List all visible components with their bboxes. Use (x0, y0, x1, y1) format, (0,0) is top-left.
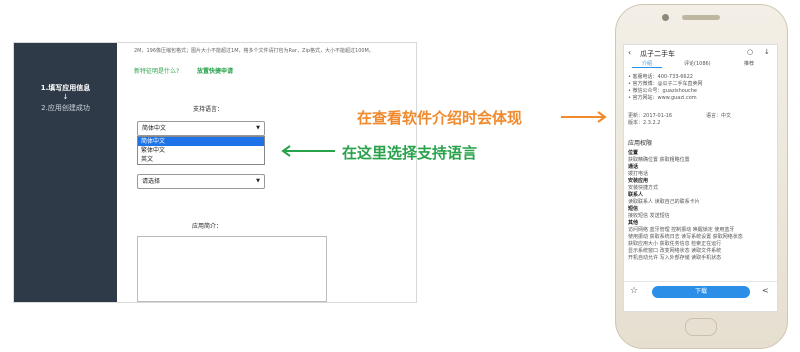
chevron-down-icon: ▼ (256, 125, 260, 131)
sidebar-step-arrow: ↓ (62, 93, 69, 101)
phone-speaker (682, 15, 720, 20)
perm-group-name: 安装应用 (628, 178, 649, 184)
category-select[interactable]: 请选择 ▼ (137, 174, 265, 189)
favorite-icon[interactable]: ☆ (630, 286, 638, 296)
intro-textarea[interactable] (137, 236, 327, 302)
language-select[interactable]: 简体中文 ▼ (137, 121, 265, 136)
perm-group-items: 安装快捷方式 (628, 185, 659, 191)
perm-group-items: 显示系统窗口 改变网络状态 读取文件系统 (628, 248, 722, 254)
perm-group-name: 联系人 (628, 192, 644, 198)
tab-comments[interactable]: 评论(1086) (684, 60, 711, 67)
phone-camera-icon (662, 14, 669, 21)
search-icon[interactable]: ○ (747, 48, 753, 56)
language-dropdown: 简体中文 繁体中文 英文 (137, 136, 265, 165)
download-button[interactable]: 下载 (652, 286, 750, 298)
perm-group-name: 短信 (628, 206, 639, 212)
contact-line: • 微信公众号：guazishouche (628, 88, 697, 94)
perm-group-items: 访问网络 蓝牙管理 控制振动 唤醒锁定 使用蓝牙 (628, 227, 735, 233)
perm-group-items: 获取精确位置 获取粗略位置 (628, 157, 690, 163)
language-select-value: 简体中文 (142, 125, 167, 132)
perm-group-name: 通话 (628, 164, 639, 170)
back-icon[interactable]: ‹ (628, 48, 631, 57)
contact-line: • 客服电话：400-733-6622 (628, 74, 693, 80)
sidebar: 1.填写应用信息 ↓ 2.应用创建成功 (14, 43, 117, 302)
sidebar-step-2[interactable]: 2.应用创建成功 (14, 103, 117, 113)
orange-arrow-icon (561, 111, 607, 123)
perm-group-name: 位置 (628, 150, 639, 156)
contact-line: • 官方微博：@瓜子二手车直卖网 (628, 81, 703, 87)
update-date: 更新：2017-01-16 (628, 113, 673, 119)
perm-group-items: 读取联系人 读取自己的联系卡片 (628, 199, 700, 205)
perm-group-items: 获取应用大小 获取任务信息 检索正在运行 (628, 241, 722, 247)
language-option[interactable]: 英文 (138, 155, 264, 164)
phone-home-button[interactable] (685, 318, 717, 336)
callout-software-intro: 在查看软件介绍时会体现 (357, 109, 523, 127)
language-option[interactable]: 简体中文 (138, 137, 264, 146)
intro-label: 应用简介： (192, 223, 223, 230)
tab-intro[interactable]: 介绍 (642, 60, 652, 67)
upload-hint: 2M，196像压缩包格式；图片大小不能超过1M，格多个文件请打包为Rar，Zip… (134, 48, 374, 54)
link-template[interactable]: 放置快捷申请 (197, 66, 233, 75)
sidebar-step-1[interactable]: 1.填写应用信息 (14, 83, 117, 93)
chevron-down-icon: ▼ (256, 178, 260, 184)
download-icon[interactable]: ↓ (764, 48, 770, 56)
form-screenshot: 1.填写应用信息 ↓ 2.应用创建成功 2M，196像压缩包格式；图片大小不能超… (13, 42, 417, 303)
tab-indicator (632, 67, 662, 68)
share-icon[interactable]: < (762, 286, 769, 295)
support-language-label: 支持语言： (193, 106, 224, 113)
callout-select-language: 在这里选择支持语言 (342, 144, 478, 162)
perm-group-items: 开机自动允许 写入外部存储 读取手机状态 (628, 255, 722, 261)
contact-line: • 官方网站：www.guazi.com (628, 95, 697, 101)
permissions-title: 应用权限 (628, 140, 653, 147)
perm-group-name: 其他 (628, 220, 639, 226)
green-arrow-icon (281, 145, 335, 157)
category-select-value: 请选择 (142, 178, 161, 185)
phone-app-title: 瓜子二手车 (640, 50, 675, 58)
perm-group-items: 拨打电话 (628, 171, 649, 177)
language-info: 语言：中文 (706, 113, 732, 119)
perm-group-items: 使用振动 获取系统日志 读写系统设置 获取网络状态 (628, 234, 743, 240)
phone-screen: ‹ 瓜子二手车 ○ ↓ 介绍 评论(1086) 推荐 • 客服电话：400-73… (623, 44, 778, 312)
bottom-divider (624, 281, 777, 282)
link-what-is[interactable]: 新特征明是什么? (134, 66, 179, 75)
tab-recommend[interactable]: 推荐 (744, 60, 754, 67)
language-option[interactable]: 繁体中文 (138, 146, 264, 155)
perm-group-items: 接收短信 发送短信 (628, 213, 670, 219)
version-info: 版本：2.3.2.2 (628, 120, 661, 126)
form-main: 2M，196像压缩包格式；图片大小不能超过1M，格多个文件请打包为Rar，Zip… (117, 43, 416, 302)
